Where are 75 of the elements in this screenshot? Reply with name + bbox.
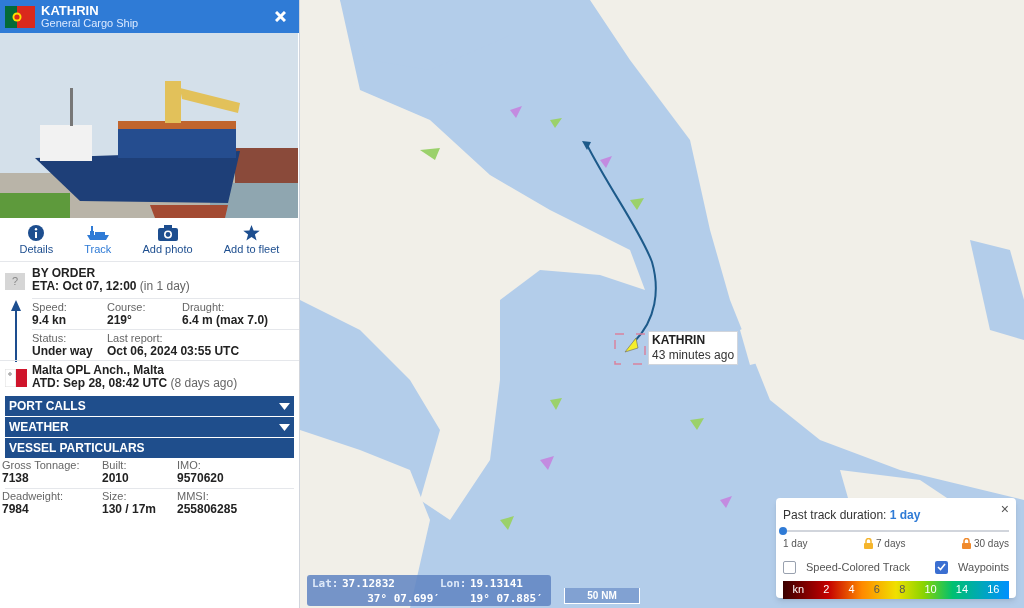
particular-value: 255806285 (177, 503, 239, 516)
stat-value: 9.4 kn (32, 314, 68, 327)
action-button[interactable]: Add to fleet (223, 224, 280, 255)
flag-icon (5, 369, 27, 387)
coordinate-value: 37.12832 (342, 577, 396, 592)
legend-label: 4 (848, 582, 855, 598)
coordinate-label: Lon: (440, 577, 468, 592)
particular-label: Size: (102, 490, 128, 503)
coordinate-value: 37° 07.699′ (366, 591, 440, 606)
close-icon (274, 11, 286, 22)
checkbox-option[interactable]: Speed-Colored Track (783, 559, 910, 576)
particular-label: Gross Tonnage: (2, 459, 81, 472)
stat-value: Oct 06, 2024 03:55 UTC (107, 345, 241, 358)
coordinate-value: 19.13141 (470, 577, 524, 592)
legend-label: 10 (924, 582, 937, 598)
checkbox[interactable] (935, 560, 949, 574)
particular-label: Built: (102, 459, 128, 472)
particular-label: IMO: (177, 459, 202, 472)
action-button[interactable]: Track (84, 224, 112, 255)
info-icon (28, 224, 45, 241)
legend-label: 2 (823, 582, 830, 598)
close-button[interactable]: × (1000, 503, 1009, 515)
tooltip-time: 43 minutes ago (652, 348, 735, 363)
legend-label: kn (792, 582, 805, 598)
legend-label: 16 (987, 582, 1000, 598)
stat-value: 219° (107, 314, 133, 327)
checkbox-option[interactable]: Waypoints (935, 559, 1009, 576)
coordinate-label: Lat: (312, 577, 340, 592)
legend-label: 8 (899, 582, 906, 598)
stat-value: 6.4 m (max 7.0) (182, 314, 270, 327)
coordinate-value: 19° 07.885′ (470, 591, 544, 606)
tick-label: 7 days (876, 537, 906, 551)
destination-text: BY ORDER (32, 267, 97, 280)
legend-label: 6 (873, 582, 880, 598)
section-header[interactable]: VESSEL PARTICULARS (5, 438, 294, 458)
tick-label: 1 day (783, 537, 808, 551)
particular-label: MMSI: (177, 490, 210, 503)
unknown-flag-icon: ? (5, 273, 25, 290)
action-button[interactable]: Details (19, 224, 54, 255)
vessel-marker-icon (624, 337, 639, 353)
stat-label: Last report: (107, 332, 164, 345)
track-duration-title: Past track duration: 1 day (783, 507, 921, 524)
particular-label: Deadweight: (2, 490, 65, 503)
scale-bar: 50 NM (564, 588, 640, 604)
vessel-name: KATHRIN (41, 3, 100, 17)
caret-icon (279, 423, 290, 431)
particular-value: 7138 (2, 472, 30, 485)
ship-icon (84, 224, 111, 241)
tick-label: 30 days (973, 537, 1009, 551)
caret-icon (279, 402, 290, 410)
stat-label: Status: (32, 332, 68, 345)
eta-text: ETA: Oct 07, 12:00 (in 1 day) (32, 280, 190, 293)
route-arrow (11, 300, 21, 362)
camera-icon (157, 224, 178, 241)
atd-text: ATD: Sep 28, 08:42 UTC (8 days ago) (32, 376, 238, 390)
flag-icon (5, 5, 35, 28)
action-button[interactable]: Add photo (142, 224, 193, 255)
legend-label: 14 (955, 582, 969, 598)
particular-value: 7984 (2, 503, 30, 516)
tooltip-name: KATHRIN (652, 333, 707, 348)
vessel-type: General Cargo Ship (41, 16, 140, 30)
section-header[interactable]: WEATHER (5, 417, 294, 437)
checkbox[interactable] (783, 560, 796, 574)
star-icon (243, 224, 261, 241)
particular-value: 130 / 17m (102, 503, 158, 516)
section-header[interactable]: PORT CALLS (5, 396, 294, 416)
stat-value: Under way (32, 345, 94, 358)
selection-frame (614, 333, 646, 365)
stat-label: Course: (107, 301, 147, 314)
particular-value: 9570620 (177, 472, 225, 485)
stat-label: Speed: (32, 301, 68, 314)
stat-label: Draught: (182, 301, 226, 314)
particular-value: 2010 (102, 472, 130, 485)
departure-port: Malta OPL Anch., Malta (32, 363, 166, 377)
slider-thumb[interactable] (779, 527, 787, 535)
